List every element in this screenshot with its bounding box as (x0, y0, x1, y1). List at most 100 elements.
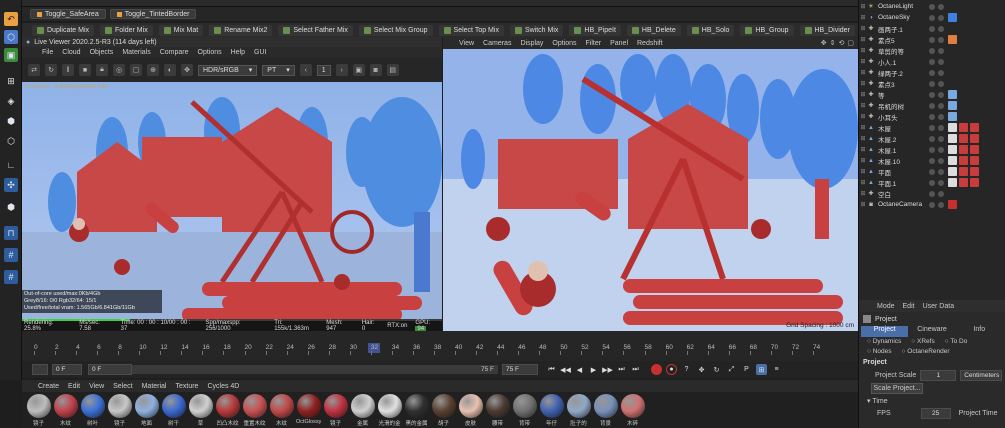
visibility-flags[interactable] (929, 157, 944, 164)
render-visibility-icon[interactable] (938, 58, 944, 65)
expand-icon[interactable]: ⊞ (859, 36, 867, 43)
object-row[interactable]: ⊞ ✚ 等 (859, 89, 1005, 100)
clay-icon[interactable]: ◐ (164, 64, 176, 76)
play-icon[interactable]: ▶ (588, 364, 599, 375)
material-swatch[interactable]: 树干 (161, 394, 186, 427)
material-menu-item[interactable]: Texture (176, 383, 199, 390)
pick-icon[interactable]: ✥ (181, 64, 193, 76)
editor-visibility-icon[interactable] (929, 102, 935, 109)
material-swatch[interactable]: 木纹 (53, 394, 78, 427)
viewport-menu-item[interactable]: Display (520, 40, 543, 47)
tab-cineware[interactable]: Cineware (908, 326, 955, 337)
render-visibility-icon[interactable] (938, 157, 944, 164)
material-swatch[interactable]: 地面 (134, 394, 159, 427)
material-swatch[interactable]: 凹凸木纹 (215, 394, 240, 427)
expand-icon[interactable]: ⊞ (859, 190, 867, 197)
next-frame-icon[interactable]: ▶▶ (602, 364, 613, 375)
render-visibility-icon[interactable] (938, 179, 944, 186)
material-menu-item[interactable]: Select (113, 383, 132, 390)
render-visibility-icon[interactable] (938, 14, 944, 21)
material-menu-item[interactable]: Edit (68, 383, 80, 390)
object-row[interactable]: ⊞ ◙ OctaneCamera (859, 199, 1005, 210)
render-visibility-icon[interactable] (938, 168, 944, 175)
move-icon[interactable]: ⊞ (4, 74, 18, 88)
expand-icon[interactable]: ⊞ (859, 201, 867, 208)
editor-visibility-icon[interactable] (929, 168, 935, 175)
object-row[interactable]: ⊞ ☀ OctaneLight (859, 1, 1005, 12)
pla-key-icon[interactable]: ⊞ (756, 364, 767, 375)
auto-key-icon[interactable]: ● (666, 364, 677, 375)
material-tag-icon[interactable] (948, 123, 957, 132)
visibility-flags[interactable] (929, 58, 944, 65)
material-tag-icon[interactable] (948, 145, 957, 154)
material-swatch[interactable]: 重置木纹 (242, 394, 267, 427)
save-image-icon[interactable]: ▤ (386, 64, 399, 76)
visibility-flags[interactable] (929, 168, 944, 175)
project-scale-input[interactable]: 1 (920, 369, 957, 381)
visibility-flags[interactable] (929, 80, 944, 87)
script-button[interactable]: Switch Mix (509, 24, 564, 36)
material-swatch[interactable]: 光滑的金 (377, 394, 402, 427)
region-icon[interactable]: ▢ (130, 64, 142, 76)
expand-icon[interactable]: ⊞ (859, 102, 867, 109)
lock-icon[interactable]: 🔒︎ (96, 64, 108, 76)
viewport-menu-item[interactable]: Filter (586, 40, 602, 47)
script-button[interactable]: Select Mix Group (358, 24, 433, 36)
render-visibility-icon[interactable] (938, 102, 944, 109)
script-button[interactable]: HB_PipeIt (569, 24, 621, 36)
object-row[interactable]: ⊞ ✚ 素点3 (859, 78, 1005, 89)
script-button[interactable]: Duplicate Mix (32, 24, 95, 36)
expand-icon[interactable]: ⊞ (859, 157, 867, 164)
expand-icon[interactable]: ⊞ (859, 124, 867, 131)
keyframe-selection-icon[interactable]: ? (681, 364, 692, 375)
subtab-octanerender[interactable]: ○ OctaneRender (902, 347, 950, 357)
zoom-view-icon[interactable]: ⇕ (830, 39, 836, 47)
material-swatch[interactable]: 皮肤 (458, 394, 483, 427)
live-viewer-menu-item[interactable]: File (42, 49, 53, 56)
visibility-flags[interactable] (929, 113, 944, 120)
subtab-dynamics[interactable]: ○ Dynamics (867, 337, 901, 347)
tag-icon[interactable] (948, 101, 957, 110)
green-cube-icon[interactable]: ▣ (4, 48, 18, 62)
visibility-flags[interactable] (929, 91, 944, 98)
visibility-flags[interactable] (929, 3, 944, 10)
toggle-safearea-button[interactable]: Toggle_SafeArea (30, 9, 106, 19)
snap-icon[interactable]: ✣ (4, 178, 18, 192)
editor-visibility-icon[interactable] (929, 69, 935, 76)
material-menu-item[interactable]: Cycles 4D (207, 383, 239, 390)
expand-icon[interactable]: ⊞ (859, 14, 867, 21)
material-tag-icon[interactable] (948, 134, 957, 143)
object-row[interactable]: ⊞ ▲ 平面 (859, 166, 1005, 177)
material-tag-icon[interactable] (959, 178, 968, 187)
visibility-flags[interactable] (929, 190, 944, 197)
scale-project-button[interactable]: Scale Project... (871, 383, 923, 394)
toggle-tintedborder-button[interactable]: Toggle_TintedBorder (109, 9, 197, 19)
color-mode-select[interactable]: HDR/sRGB ▾ (198, 64, 258, 76)
live-viewer-menu-item[interactable]: Materials (122, 49, 150, 56)
tag-icon[interactable] (948, 90, 957, 99)
render-visibility-icon[interactable] (938, 3, 944, 10)
object-row[interactable]: ⊞ ✚ 画两子.1 (859, 23, 1005, 34)
material-swatch[interactable]: 镜子 (107, 394, 132, 427)
editor-visibility-icon[interactable] (929, 36, 935, 43)
expand-icon[interactable]: ⊞ (859, 69, 867, 76)
viewport-menu-item[interactable]: Options (552, 40, 576, 47)
object-row[interactable]: ⊞ ✚ 小人.1 (859, 56, 1005, 67)
snapshot-icon[interactable]: ▣ (352, 64, 365, 76)
visibility-flags[interactable] (929, 69, 944, 76)
material-menu-item[interactable]: Create (38, 383, 59, 390)
expand-icon[interactable]: ⊞ (859, 91, 867, 98)
enable-axis-icon[interactable]: ⊓ (4, 226, 18, 240)
visibility-flags[interactable] (929, 47, 944, 54)
material-swatch[interactable]: 木纹 (269, 394, 294, 427)
material-tag-icon[interactable] (959, 167, 968, 176)
record-icon[interactable] (651, 364, 662, 375)
editor-visibility-icon[interactable] (929, 135, 935, 142)
camera-tag-icon[interactable] (948, 200, 957, 209)
polygon-mode-icon[interactable]: ⬢ (4, 200, 18, 214)
goto-start-icon[interactable]: ⏮ (546, 364, 557, 375)
material-swatch[interactable]: 镜子 (26, 394, 51, 427)
editor-visibility-icon[interactable] (929, 124, 935, 131)
start-frame-field[interactable]: 0 F (52, 364, 82, 375)
texture-mode-icon[interactable]: ⬢ (4, 114, 18, 128)
